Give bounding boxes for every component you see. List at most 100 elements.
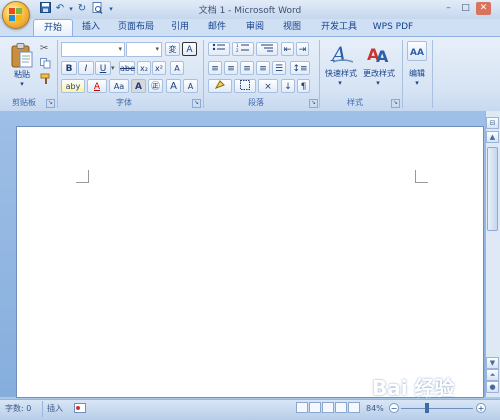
scroll-down-icon[interactable]: ▼ bbox=[486, 357, 499, 369]
char-border-button[interactable]: A bbox=[182, 42, 197, 56]
font-color-button[interactable]: A bbox=[87, 79, 107, 93]
tab-developer[interactable]: 开发工具 bbox=[315, 19, 363, 35]
svg-text:AA: AA bbox=[410, 48, 424, 58]
zoom-in-icon[interactable]: + bbox=[476, 403, 486, 413]
full-screen-reading-icon[interactable] bbox=[309, 402, 321, 413]
outline-view-icon[interactable] bbox=[335, 402, 347, 413]
print-layout-view-icon[interactable] bbox=[296, 402, 308, 413]
maximize-button[interactable]: □ bbox=[458, 2, 473, 15]
window-title: 文档 1 - Microsoft Word bbox=[198, 6, 302, 16]
zoom-slider-track[interactable] bbox=[401, 408, 473, 409]
svg-text:A: A bbox=[376, 47, 389, 66]
find-icon[interactable]: AA bbox=[407, 41, 427, 61]
justify-button[interactable]: ≡ bbox=[256, 61, 270, 75]
font-name-combo[interactable]: ▾ bbox=[61, 42, 125, 57]
insert-mode[interactable]: 插入 bbox=[47, 402, 71, 416]
tab-mailings[interactable]: 邮件 bbox=[202, 19, 232, 35]
tab-home[interactable]: 开始 bbox=[33, 19, 73, 37]
phonetic-guide-button[interactable]: 変 bbox=[165, 42, 180, 56]
decrease-indent-button[interactable]: ⇤ bbox=[281, 42, 294, 56]
clipboard-launcher-icon[interactable]: ↘ bbox=[46, 99, 55, 108]
clear-formatting-button[interactable]: A bbox=[170, 61, 184, 75]
sort-button[interactable]: ↓ bbox=[281, 79, 295, 93]
group-divider bbox=[57, 40, 58, 108]
office-logo-icon bbox=[9, 8, 23, 22]
svg-text:A: A bbox=[330, 42, 346, 66]
subscript-button[interactable]: x₂ bbox=[137, 61, 151, 75]
paragraph-launcher-icon[interactable]: ↘ bbox=[309, 99, 318, 108]
paragraph-group-label: 段落 bbox=[248, 98, 264, 107]
bold-button[interactable]: B bbox=[61, 61, 77, 75]
numbering-button[interactable]: 12 bbox=[232, 42, 254, 56]
change-styles-icon[interactable]: AA bbox=[366, 40, 392, 66]
watermark-url: jingyan.baidu.com bbox=[418, 391, 474, 398]
align-center-button[interactable]: ≡ bbox=[224, 61, 238, 75]
chinese-layout-button[interactable]: ⨯ bbox=[258, 79, 278, 93]
strikethrough-button[interactable]: abe bbox=[119, 61, 135, 75]
office-button[interactable] bbox=[2, 1, 30, 29]
tab-insert[interactable]: 插入 bbox=[76, 19, 106, 35]
paste-icon[interactable] bbox=[9, 42, 35, 70]
borders-button[interactable] bbox=[234, 79, 256, 93]
clipboard-group-label: 剪贴板 bbox=[12, 98, 36, 107]
close-button[interactable]: ✕ bbox=[476, 2, 491, 15]
paste-button[interactable]: 粘贴 bbox=[6, 69, 38, 80]
group-divider bbox=[432, 40, 433, 108]
styles-launcher-icon[interactable]: ↘ bbox=[391, 99, 400, 108]
shading-button[interactable] bbox=[208, 79, 232, 93]
format-painter-icon[interactable] bbox=[40, 73, 52, 85]
zoom-out-icon[interactable]: − bbox=[389, 403, 399, 413]
change-styles-dropdown-icon[interactable]: ▾ bbox=[371, 79, 385, 87]
word-count[interactable]: 字数: 0 bbox=[5, 402, 43, 416]
enclose-characters-button[interactable]: ㊣ bbox=[148, 79, 163, 93]
tab-references[interactable]: 引用 bbox=[165, 19, 195, 35]
distributed-button[interactable]: ☰ bbox=[272, 61, 286, 75]
line-spacing-button[interactable]: ↕≡ bbox=[290, 61, 310, 75]
copy-icon[interactable] bbox=[40, 58, 52, 70]
margin-corner-left bbox=[76, 170, 89, 183]
document-page[interactable] bbox=[16, 126, 484, 398]
align-left-button[interactable]: ≡ bbox=[208, 61, 222, 75]
underline-button[interactable]: U bbox=[95, 61, 111, 75]
shrink-font-button[interactable]: A bbox=[183, 79, 198, 93]
zoom-slider-thumb[interactable] bbox=[425, 403, 429, 413]
tab-page-layout[interactable]: 页面布局 bbox=[112, 19, 160, 35]
ruler-toggle-icon[interactable]: ⊟ bbox=[486, 117, 499, 129]
scroll-up-icon[interactable]: ▲ bbox=[486, 131, 499, 143]
quick-styles-dropdown-icon[interactable]: ▾ bbox=[333, 79, 347, 87]
underline-dropdown-icon[interactable]: ▾ bbox=[111, 61, 119, 75]
change-case-button[interactable]: Aa bbox=[109, 79, 129, 93]
font-size-combo[interactable]: ▾ bbox=[126, 42, 162, 57]
paste-dropdown-icon[interactable]: ▾ bbox=[14, 80, 30, 88]
web-layout-icon[interactable] bbox=[322, 402, 334, 413]
macro-record-icon[interactable] bbox=[74, 403, 86, 413]
increase-indent-button[interactable]: ⇥ bbox=[296, 42, 309, 56]
svg-text:2: 2 bbox=[236, 48, 239, 53]
character-shading-button[interactable]: A bbox=[131, 79, 146, 93]
font-launcher-icon[interactable]: ↘ bbox=[192, 99, 201, 108]
draft-view-icon[interactable] bbox=[348, 402, 360, 413]
text-highlight-button[interactable]: aby bbox=[61, 79, 85, 93]
quick-styles-icon[interactable]: A bbox=[329, 40, 355, 66]
minimize-button[interactable]: – bbox=[441, 2, 456, 15]
editing-dropdown-icon[interactable]: ▾ bbox=[410, 79, 424, 87]
margin-corner-right bbox=[415, 170, 428, 183]
grow-font-button[interactable]: A bbox=[166, 79, 181, 93]
change-styles-button[interactable]: 更改样式 bbox=[359, 68, 399, 79]
tab-wps-pdf[interactable]: WPS PDF bbox=[368, 19, 418, 35]
cut-icon[interactable]: ✂ bbox=[40, 43, 52, 55]
tab-view[interactable]: 视图 bbox=[277, 19, 307, 35]
status-divider bbox=[42, 401, 43, 417]
zoom-level[interactable]: 84% bbox=[366, 402, 386, 416]
styles-group-label: 样式 bbox=[347, 98, 363, 107]
bullets-button[interactable] bbox=[208, 42, 230, 56]
align-right-button[interactable]: ≡ bbox=[240, 61, 254, 75]
scrollbar-thumb[interactable] bbox=[487, 147, 498, 231]
superscript-button[interactable]: x² bbox=[152, 61, 166, 75]
tab-review[interactable]: 审阅 bbox=[240, 19, 270, 35]
multilevel-list-button[interactable] bbox=[256, 42, 278, 56]
italic-button[interactable]: I bbox=[78, 61, 94, 75]
quick-styles-button[interactable]: 快速样式 bbox=[321, 68, 361, 79]
editing-button[interactable]: 编辑 bbox=[403, 68, 431, 79]
show-formatting-marks-button[interactable]: ¶ bbox=[297, 79, 310, 93]
